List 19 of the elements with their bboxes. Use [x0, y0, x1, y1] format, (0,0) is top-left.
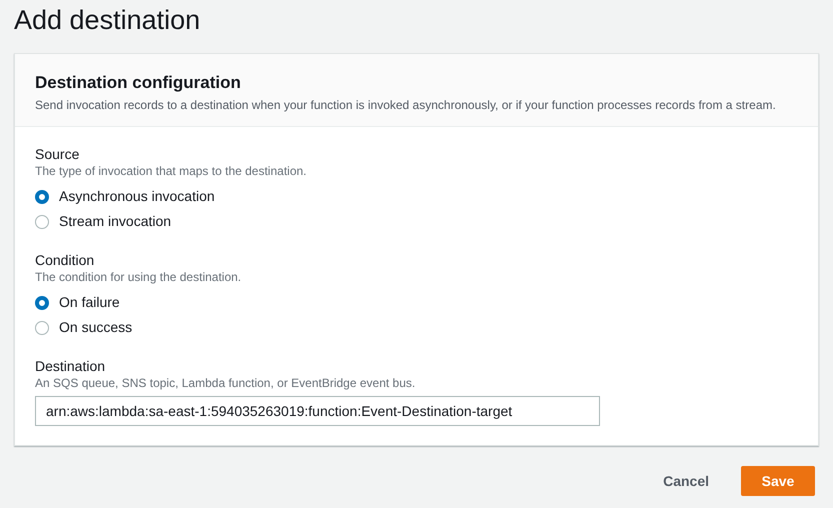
radio-button[interactable]: [35, 190, 49, 204]
destination-input-field[interactable]: arn:aws:lambda:sa-east-1:594035263019:function:Event-Destination-target: [35, 396, 600, 426]
field-label: Destination: [35, 357, 106, 375]
radio-button[interactable]: [35, 320, 49, 334]
radio-button[interactable]: [35, 296, 49, 310]
page-title: Add destination: [14, 4, 202, 37]
radio-label[interactable]: Asynchronous invocation: [59, 186, 215, 207]
field-description: An SQS queue, SNS topic, Lambda function, or EventBridge event bus.: [35, 375, 416, 391]
cancel-button[interactable]: Cancel: [661, 466, 711, 496]
field-label: Condition: [35, 251, 96, 269]
radio-label[interactable]: On success: [59, 317, 132, 338]
field-description: The condition for using the destination.: [35, 269, 242, 285]
field-label: Source: [35, 145, 80, 163]
radio-label[interactable]: On failure: [59, 292, 120, 313]
radio-label[interactable]: Stream invocation: [59, 211, 172, 232]
radio-button[interactable]: [35, 214, 49, 228]
panel-description: Send invocation records to a destination when your function is invoked asynchronously, or if your function processes records from a stream.: [35, 97, 777, 114]
field-description: The type of invocation that maps to the destination.: [35, 163, 308, 179]
panel-title: Destination configuration: [35, 72, 242, 94]
